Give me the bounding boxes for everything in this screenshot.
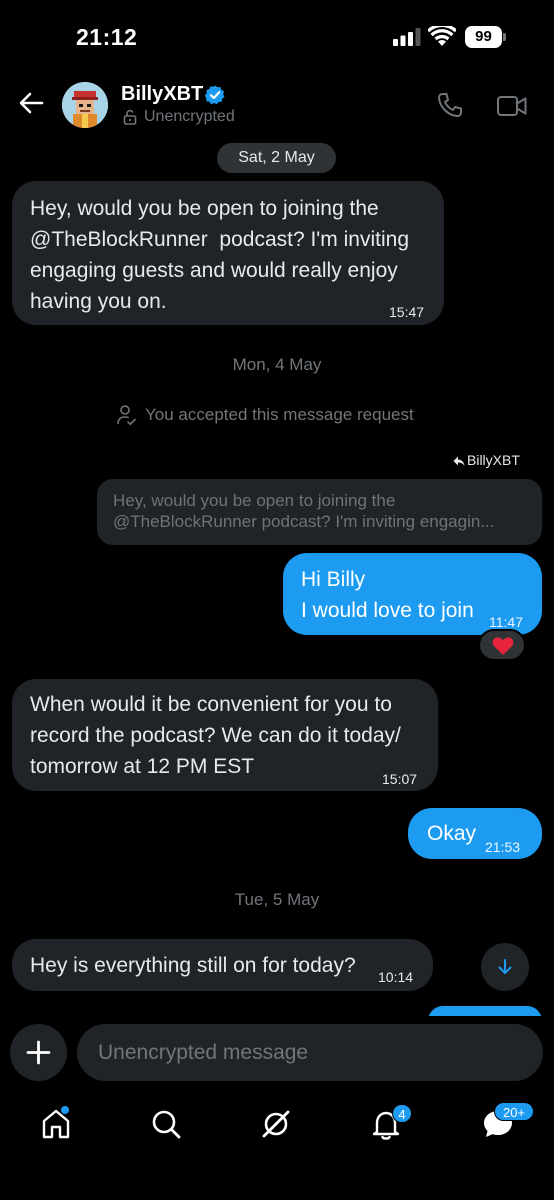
heart-icon [492, 637, 514, 655]
incoming-message[interactable]: Hey, would you be open to joining the @T… [12, 181, 444, 325]
quoted-line: @TheBlockRunner podcast? I'm inviting en… [113, 512, 495, 531]
message-time: 21:53 [485, 839, 521, 855]
unlocked-lock-icon [123, 109, 137, 125]
signal-icon [393, 28, 421, 46]
replying-to-label: BillyXBT [467, 452, 520, 468]
avatar-pixel-art [62, 82, 108, 128]
incoming-message[interactable]: Hey is everything still on for today? 10… [12, 939, 433, 991]
add-attachment-button[interactable] [10, 1024, 67, 1081]
battery-level: 99 [465, 26, 502, 48]
notifications-tab[interactable]: 4 [368, 1104, 412, 1146]
message-request-notice: You accepted this message request [145, 405, 414, 424]
reply-arrow-icon [453, 456, 465, 466]
message-text: Hey is everything still on for today? [30, 954, 356, 977]
person-check-icon [117, 405, 136, 426]
messages-tab[interactable]: 20+ [480, 1102, 534, 1146]
date-separator: Mon, 4 May [232, 355, 322, 374]
bottom-tab-bar: 4 20+ [0, 1096, 554, 1200]
scroll-to-bottom-button[interactable] [481, 943, 529, 991]
verified-badge-icon [205, 85, 225, 105]
date-separator: Tue, 5 May [234, 890, 320, 909]
messages-badge: 20+ [494, 1102, 534, 1121]
message-time: 10:14 [378, 969, 414, 985]
heart-reaction[interactable] [478, 629, 526, 661]
new-content-dot [61, 1106, 69, 1114]
message-text: Hey, would you be open to joining the @T… [30, 197, 410, 313]
wifi-icon [428, 26, 456, 46]
battery-indicator: 99 [465, 26, 507, 48]
grok-icon [262, 1110, 290, 1138]
message-time: 15:47 [389, 304, 425, 320]
video-call-icon[interactable] [496, 93, 528, 119]
message-composer [0, 1016, 554, 1096]
message-input[interactable] [77, 1024, 543, 1081]
avatar[interactable] [62, 82, 108, 128]
arrow-down-icon [498, 959, 512, 974]
plus-icon [26, 1040, 51, 1065]
message-time: 15:07 [382, 771, 418, 787]
search-tab[interactable] [148, 1106, 188, 1146]
phone-call-icon[interactable] [436, 91, 464, 119]
incoming-message[interactable]: When would it be convenient for you to r… [12, 679, 438, 791]
message-text: When would it be convenient for you to r… [30, 693, 401, 778]
contact-name[interactable]: BillyXBT [121, 83, 203, 106]
status-bar: 21:12 99 [0, 0, 554, 70]
grok-tab[interactable] [258, 1106, 298, 1146]
encryption-status: Unencrypted [144, 108, 235, 125]
quoted-line: Hey, would you be open to joining the [113, 491, 396, 510]
back-arrow-icon[interactable] [16, 88, 46, 118]
status-time: 21:12 [76, 24, 138, 50]
search-icon [152, 1110, 181, 1139]
home-tab[interactable] [38, 1106, 78, 1146]
outgoing-message[interactable]: Hi Billy I would love to join 11:47 [283, 553, 542, 635]
outgoing-message[interactable]: Okay 21:53 [408, 808, 542, 859]
notifications-badge: 4 [392, 1104, 412, 1123]
conversation-header: BillyXBT Unencrypted [0, 74, 554, 136]
battery-tip [503, 33, 506, 41]
quoted-message[interactable]: Hey, would you be open to joining the @T… [97, 479, 542, 545]
date-separator: Sat, 2 May [217, 143, 336, 173]
